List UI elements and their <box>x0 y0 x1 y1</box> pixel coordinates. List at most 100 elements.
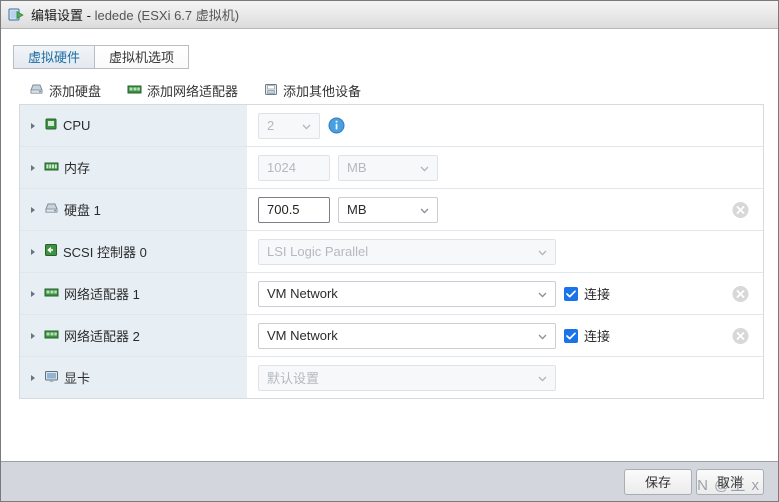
cpu-count-select[interactable]: 2 <box>258 112 320 139</box>
device-name-cell-scsi-controller-0: SCSI 控制器 0 <box>20 231 248 272</box>
table-row: 内存 1024 MB <box>20 147 763 189</box>
device-toolbar: 添加硬盘 添加网络适配器 添加其他设备 <box>29 81 361 100</box>
scsi-controller-type-select[interactable]: LSI Logic Parallel <box>258 238 556 265</box>
add-hard-disk-label: 添加硬盘 <box>49 84 102 99</box>
network-adapter-icon <box>44 286 59 301</box>
memory-icon <box>44 160 59 175</box>
disk-size-value: 700.5 <box>267 202 300 217</box>
graphics-setting-select[interactable]: 默认设置 <box>258 364 556 391</box>
device-name-cell-hard-disk-1: 硬盘 1 <box>20 189 248 230</box>
add-network-adapter-label: 添加网络适配器 <box>147 84 239 99</box>
network-2-connect-checkbox[interactable]: 连接 <box>564 326 610 345</box>
checkbox-checked-icon <box>564 328 578 343</box>
remove-device-button[interactable] <box>732 285 749 302</box>
remove-device-button[interactable] <box>732 201 749 218</box>
device-value-cell-scsi-controller-0: LSI Logic Parallel <box>248 231 763 272</box>
dialog-footer: 保存 取消 N @王 x <box>1 461 778 501</box>
network-2-portgroup-value: VM Network <box>267 328 338 343</box>
chevron-right-icon[interactable] <box>28 163 38 173</box>
chevron-down-icon <box>302 118 311 133</box>
other-device-icon <box>264 83 278 99</box>
table-row: 显卡 默认设置 <box>20 357 763 398</box>
chevron-down-icon <box>538 244 547 259</box>
graphics-setting-value: 默认设置 <box>267 371 320 386</box>
device-name-cell-network-adapter-2: 网络适配器 2 <box>20 315 248 356</box>
add-hard-disk-button[interactable]: 添加硬盘 <box>29 81 101 100</box>
cpu-icon <box>44 117 58 134</box>
device-value-cell-hard-disk-1: 700.5 MB <box>248 189 763 230</box>
device-label: SCSI 控制器 0 <box>63 245 147 260</box>
dialog-title-vm: ledede (ESXi 6.7 虚拟机) <box>94 8 240 23</box>
chevron-down-icon <box>538 286 547 301</box>
graphics-card-icon <box>44 370 59 386</box>
disk-unit-value: MB <box>347 202 367 217</box>
device-name-cell-graphics-card: 显卡 <box>20 357 248 398</box>
remove-device-button[interactable] <box>732 327 749 344</box>
memory-unit-select[interactable]: MB <box>338 154 438 181</box>
table-row: 硬盘 1 700.5 MB <box>20 189 763 231</box>
tab-virtual-hardware-label: 虚拟硬件 <box>28 50 81 65</box>
device-value-cell-cpu: 2 <box>248 105 763 146</box>
add-network-adapter-button[interactable]: 添加网络适配器 <box>127 81 238 100</box>
add-other-device-label: 添加其他设备 <box>283 84 362 99</box>
network-1-connect-label: 连接 <box>584 287 611 302</box>
dialog-title-sep: - <box>83 8 95 23</box>
cancel-button[interactable]: 取消 <box>696 468 764 495</box>
device-label: 硬盘 1 <box>64 203 101 218</box>
tab-virtual-hardware[interactable]: 虚拟硬件 <box>13 45 95 69</box>
disk-size-input[interactable]: 700.5 <box>258 196 330 223</box>
tab-strip: 虚拟硬件 虚拟机选项 <box>13 45 190 69</box>
vm-edit-icon <box>7 6 25 24</box>
network-adapter-icon <box>44 328 59 343</box>
save-button[interactable]: 保存 <box>624 468 692 495</box>
chevron-down-icon <box>420 202 429 217</box>
info-icon[interactable] <box>328 117 345 134</box>
chevron-right-icon[interactable] <box>28 289 38 299</box>
scsi-controller-icon <box>44 243 58 260</box>
scsi-controller-type-value: LSI Logic Parallel <box>267 244 369 259</box>
add-other-device-button[interactable]: 添加其他设备 <box>264 81 361 100</box>
memory-size-value: 1024 <box>267 160 296 175</box>
chevron-right-icon[interactable] <box>28 331 38 341</box>
chevron-right-icon[interactable] <box>28 247 38 257</box>
device-label: 显卡 <box>64 371 91 386</box>
device-value-cell-memory: 1024 MB <box>248 147 763 188</box>
memory-size-input[interactable]: 1024 <box>258 154 330 181</box>
device-name-cell-cpu: CPU <box>20 105 248 146</box>
chevron-down-icon <box>538 370 547 385</box>
table-row: CPU 2 <box>20 105 763 147</box>
network-1-portgroup-value: VM Network <box>267 286 338 301</box>
chevron-right-icon[interactable] <box>28 373 38 383</box>
checkbox-checked-icon <box>564 286 578 301</box>
chevron-down-icon <box>420 160 429 175</box>
tab-vm-options[interactable]: 虚拟机选项 <box>94 45 190 69</box>
disk-unit-select[interactable]: MB <box>338 196 438 223</box>
cancel-button-label: 取消 <box>716 475 743 490</box>
dialog-title: 编辑设置 - ledede (ESXi 6.7 虚拟机) <box>31 5 239 24</box>
device-value-cell-network-adapter-1: VM Network 连接 <box>248 273 763 314</box>
hard-disk-icon <box>44 202 59 218</box>
network-2-portgroup-select[interactable]: VM Network <box>258 322 556 349</box>
hard-disk-icon <box>29 83 44 99</box>
chevron-down-icon <box>538 328 547 343</box>
edit-settings-dialog: 编辑设置 - ledede (ESXi 6.7 虚拟机) 虚拟硬件 虚拟机选项 … <box>0 0 779 502</box>
title-bar: 编辑设置 - ledede (ESXi 6.7 虚拟机) <box>1 1 778 29</box>
device-table: CPU 2 内存 1024 MB 硬盘 1 700.5 MB SCSI 控制器 … <box>19 104 764 399</box>
device-value-cell-graphics-card: 默认设置 <box>248 357 763 398</box>
network-2-connect-label: 连接 <box>584 329 611 344</box>
chevron-right-icon[interactable] <box>28 121 38 131</box>
network-adapter-icon <box>127 83 142 98</box>
dialog-title-prefix: 编辑设置 <box>31 8 84 23</box>
device-label: CPU <box>63 118 91 133</box>
table-row: 网络适配器 2 VM Network 连接 <box>20 315 763 357</box>
device-value-cell-network-adapter-2: VM Network 连接 <box>248 315 763 356</box>
tab-vm-options-label: 虚拟机选项 <box>109 50 175 65</box>
cpu-count-value: 2 <box>267 118 275 133</box>
chevron-right-icon[interactable] <box>28 205 38 215</box>
device-label: 内存 <box>64 161 91 176</box>
network-1-connect-checkbox[interactable]: 连接 <box>564 284 610 303</box>
device-name-cell-memory: 内存 <box>20 147 248 188</box>
device-label: 网络适配器 2 <box>64 329 140 344</box>
network-1-portgroup-select[interactable]: VM Network <box>258 280 556 307</box>
device-label: 网络适配器 1 <box>64 287 140 302</box>
